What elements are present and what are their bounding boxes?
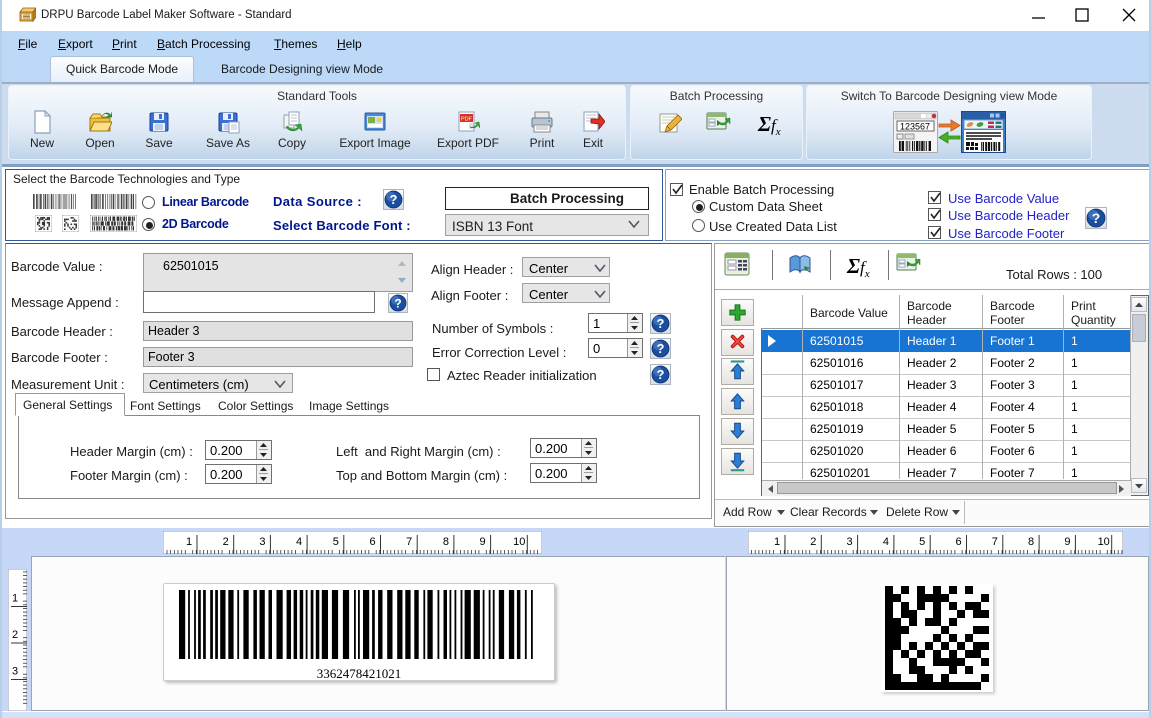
svg-text:2: 2 (12, 629, 18, 641)
svg-text:5: 5 (333, 536, 339, 548)
svg-text:3: 3 (847, 536, 853, 548)
svg-text:?: ? (657, 316, 665, 331)
svg-text:7: 7 (992, 536, 998, 548)
svg-text:4: 4 (883, 536, 889, 548)
svg-text:5: 5 (919, 536, 925, 548)
svg-text:?: ? (657, 341, 665, 356)
svg-text:4: 4 (296, 536, 302, 548)
svg-text:3: 3 (12, 666, 18, 678)
svg-text:?: ? (390, 192, 398, 207)
svg-text:8: 8 (443, 536, 449, 548)
svg-text:8: 8 (1028, 536, 1034, 548)
svg-text:?: ? (394, 296, 401, 310)
svg-text:10: 10 (513, 536, 525, 548)
svg-text:6: 6 (369, 536, 375, 548)
svg-text:1: 1 (774, 536, 780, 548)
svg-text:?: ? (657, 367, 665, 382)
svg-text:3: 3 (259, 536, 265, 548)
svg-text:2: 2 (223, 536, 229, 548)
svg-text:123567: 123567 (900, 122, 930, 132)
svg-text:1: 1 (186, 536, 192, 548)
svg-text:9: 9 (1064, 536, 1070, 548)
svg-text:1: 1 (12, 593, 18, 605)
svg-text:?: ? (1092, 210, 1101, 226)
svg-text:6: 6 (955, 536, 961, 548)
svg-text:10: 10 (1098, 536, 1110, 548)
svg-text:2: 2 (810, 536, 816, 548)
svg-text:9: 9 (480, 536, 486, 548)
svg-text:7: 7 (406, 536, 412, 548)
svg-text:PDF: PDF (461, 117, 473, 123)
